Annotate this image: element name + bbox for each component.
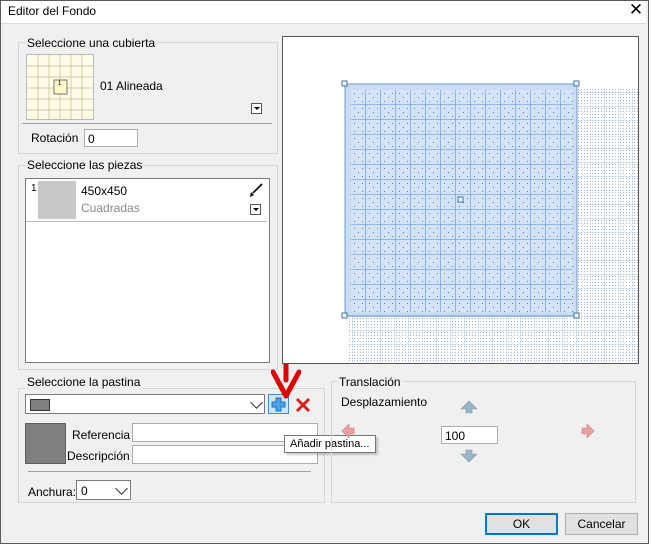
arrow-right-icon[interactable] bbox=[581, 423, 595, 439]
cover-dropdown-button[interactable] bbox=[251, 103, 262, 114]
cover-thumbnail-number: 1 bbox=[58, 81, 62, 87]
brush-icon[interactable] bbox=[248, 182, 264, 198]
width-value: 0 bbox=[81, 484, 88, 498]
piece-size: 450x450 bbox=[81, 184, 128, 198]
cancel-button[interactable]: Cancelar bbox=[565, 513, 638, 535]
arrow-up-icon[interactable] bbox=[460, 400, 478, 414]
cover-group-label: Seleccione una cubierta bbox=[25, 36, 158, 50]
width-label: Anchura: bbox=[28, 485, 77, 499]
window-title: Editor del Fondo bbox=[8, 4, 97, 18]
reference-label: Referencia bbox=[72, 428, 131, 442]
piece-item[interactable]: 1 450x450 Cuadradas bbox=[26, 179, 267, 222]
arrow-down-icon[interactable] bbox=[460, 449, 478, 463]
translation-value-input[interactable]: 100 bbox=[441, 426, 498, 444]
rotation-input[interactable]: 0 bbox=[84, 129, 138, 147]
cover-thumbnail[interactable]: 1 bbox=[26, 54, 94, 120]
grout-divider bbox=[28, 471, 311, 472]
piece-type: Cuadradas bbox=[81, 201, 140, 215]
piece-index: 1 bbox=[31, 183, 37, 194]
grout-swatch bbox=[25, 423, 66, 464]
width-combo[interactable]: 0 bbox=[76, 480, 131, 500]
close-icon[interactable]: ✕ bbox=[627, 1, 645, 19]
piece-swatch bbox=[38, 181, 76, 219]
displacement-label: Desplazamiento bbox=[341, 395, 428, 409]
chevron-down-icon bbox=[115, 482, 128, 495]
preview-canvas[interactable] bbox=[282, 36, 639, 364]
description-label: Descripción bbox=[67, 449, 130, 463]
grout-combo[interactable] bbox=[25, 394, 265, 414]
cover-divider bbox=[22, 123, 272, 124]
translation-group-label: Translación bbox=[337, 375, 403, 389]
grout-group-label: Seleccione la pastina bbox=[25, 375, 143, 389]
chevron-down-icon bbox=[250, 396, 263, 409]
cover-name: 01 Alineada bbox=[100, 79, 163, 93]
pieces-group-label: Seleccione las piezas bbox=[25, 158, 145, 172]
rotation-label: Rotación bbox=[31, 131, 79, 145]
piece-dropdown-button[interactable] bbox=[250, 204, 261, 215]
ok-button[interactable]: OK bbox=[485, 513, 558, 535]
grout-combo-swatch bbox=[30, 399, 50, 411]
arrow-left-icon[interactable] bbox=[341, 423, 355, 439]
title-bar bbox=[1, 1, 646, 24]
